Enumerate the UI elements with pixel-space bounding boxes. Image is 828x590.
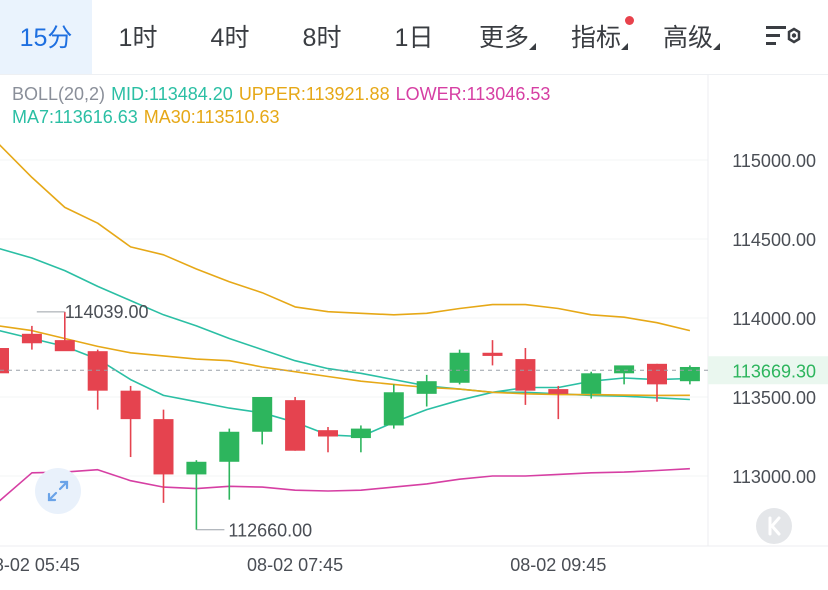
low-price-label: 112660.00 [228,521,312,541]
dropdown-corner-icon [621,43,628,50]
k-logo-icon [768,516,781,536]
candle-up [350,428,371,439]
candle-up [581,373,602,394]
candle-down [153,419,174,475]
candle-down [647,363,667,385]
candle-up [186,461,207,475]
fullscreen-button[interactable] [35,468,81,514]
candle-up [383,392,404,426]
last-price-label: 113669.30 [732,361,816,381]
timeframe-toolbar: 15分 1时 4时 8时 1日 更多 指标 高级 [0,0,828,75]
boll-upper-value: UPPER:113921.88 [238,84,390,104]
tab-15m[interactable]: 15分 [0,0,92,74]
candle-up [614,365,635,374]
chart-settings-button[interactable] [756,14,806,60]
boll-mid-value: MID:113484.20 [111,84,233,104]
candle-down [21,333,42,344]
time-tick-label: 08-02 09:45 [510,555,606,575]
candle-up [449,352,470,383]
notification-dot [625,16,634,25]
price-tick-label: 113000.00 [732,467,816,487]
candle-down [120,390,141,420]
time-tick-label: 08-02 07:45 [247,555,343,575]
price-tick-label: 114500.00 [732,230,816,250]
candle-up [679,366,700,382]
dropdown-corner-icon [529,43,536,50]
candles [0,311,700,530]
high-price-label: 114039.00 [65,302,149,322]
ma7-value: MA7:113616.63 [12,107,138,127]
bollinger-legend: BOLL(20,2) MID:113484.20 UPPER:113921.88 LO… [12,84,556,105]
kline-toggle-button[interactable] [756,508,792,544]
price-axis: 115000.00 114500.00 114000.00 113500.00 1130… [732,151,816,487]
tab-1d[interactable]: 1日 [368,0,460,74]
candle-down [515,359,536,391]
candle-down [548,389,569,394]
ma-legend: MA7:113616.63 MA30:113510.63 [12,107,286,128]
candle-up [416,381,437,394]
expand-icon [47,480,69,502]
price-tick-label: 113500.00 [732,388,816,408]
boll-label: BOLL(20,2) [12,84,106,104]
time-axis: 08-02 05:45 08-02 07:45 08-02 09:45 [0,555,606,575]
candle-down [54,340,75,352]
tab-4h[interactable]: 4时 [184,0,276,74]
candle-down [0,348,9,374]
tab-1h[interactable]: 1时 [92,0,184,74]
ma30-value: MA30:113510.63 [143,107,280,127]
dropdown-corner-icon [713,43,720,50]
boll-lower-value: LOWER:113046.53 [395,84,551,104]
tab-advanced[interactable]: 高级 [658,0,720,74]
tab-more[interactable]: 更多 [474,0,536,74]
time-tick-label: 08-02 05:45 [0,555,80,575]
chart-settings-icon [766,26,801,45]
indicator-lines [0,144,691,502]
tab-indicators[interactable]: 指标 [566,0,634,74]
boll-lower-line [0,467,690,502]
price-annotations: 113669.30 114039.00 112660.00 [0,302,828,541]
candle-down [318,430,338,437]
price-tick-label: 114000.00 [732,309,816,329]
tab-8h[interactable]: 8时 [276,0,368,74]
price-tick-label: 115000.00 [732,151,816,171]
candle-down [87,351,108,391]
candle-up [219,431,240,462]
candle-up [252,397,273,432]
candle-down [285,400,306,451]
candle-down [482,352,503,356]
